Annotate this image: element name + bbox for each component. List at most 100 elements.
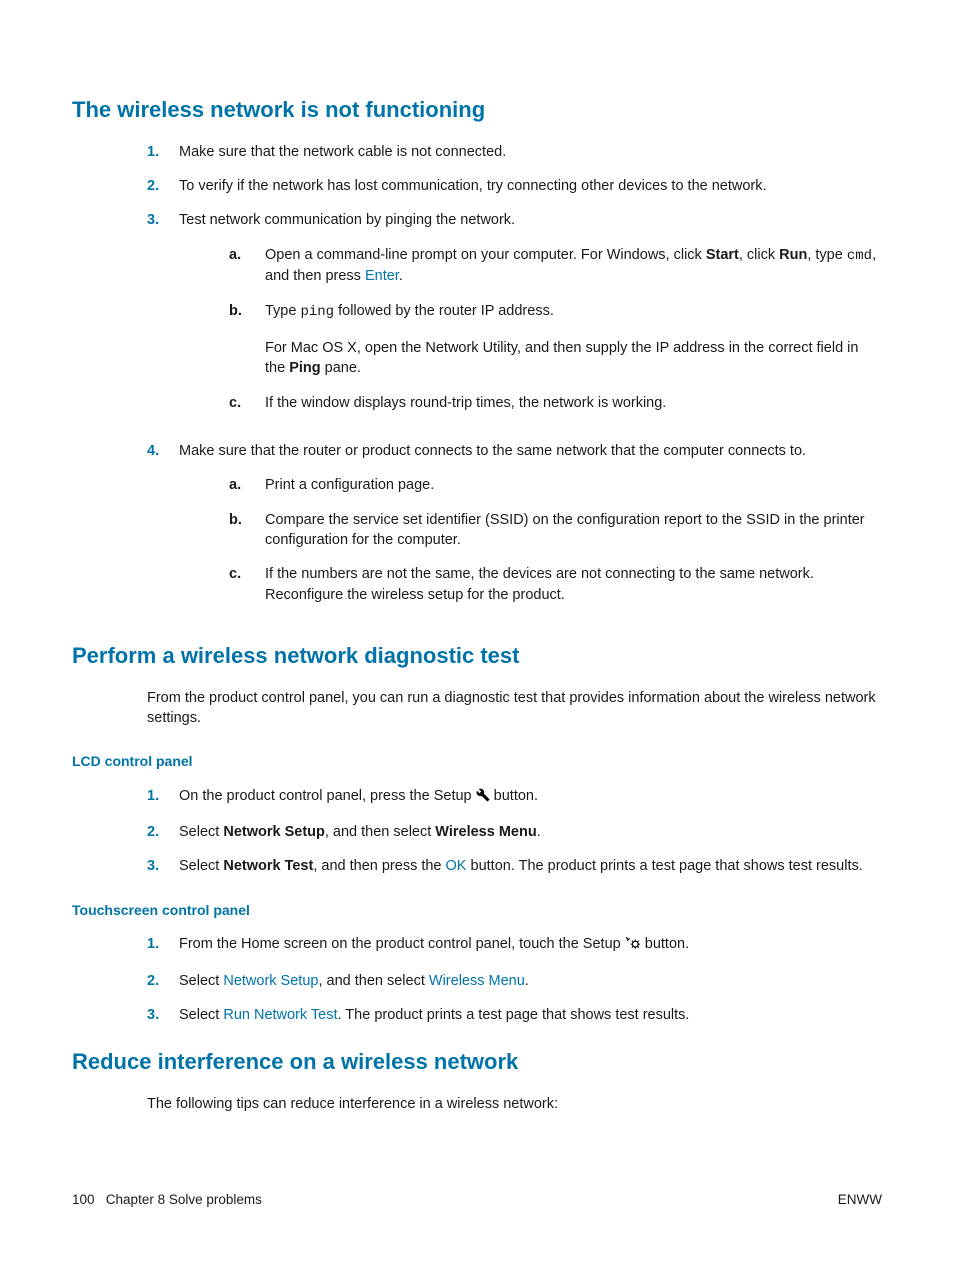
step-body: Select Network Test, and then press the … (179, 856, 882, 876)
substep-letter: c. (229, 564, 265, 605)
substep-body: If the numbers are not the same, the dev… (265, 564, 882, 605)
menu-network-setup: Network Setup (223, 973, 318, 989)
page-footer: 100 Chapter 8 Solve problems ENWW (72, 1191, 882, 1210)
heading-diagnostic-test: Perform a wireless network diagnostic te… (72, 641, 882, 672)
step-number: 2. (147, 822, 179, 842)
list-item: 1. Make sure that the network cable is n… (147, 142, 882, 162)
chapter-label: Chapter 8 Solve problems (106, 1192, 262, 1207)
step-body: On the product control panel, press the … (179, 786, 882, 808)
text: followed by the router IP address. (334, 303, 554, 319)
key-enter: Enter (365, 268, 399, 284)
step-body: Select Network Setup, and then select Wi… (179, 822, 882, 842)
substeps: a. Print a configuration page. b. Compar… (179, 475, 882, 604)
step-number: 1. (147, 786, 179, 808)
text: . (537, 824, 541, 840)
list-item: b. Type ping followed by the router IP a… (229, 301, 882, 379)
subheading-touchscreen-panel: Touchscreen control panel (72, 901, 882, 921)
text: , type (807, 247, 847, 263)
wrench-icon (476, 788, 490, 808)
step-text: Test network communication by pinging th… (179, 212, 515, 228)
text: , and then select (318, 973, 428, 989)
list-item: 3. Select Network Test, and then press t… (147, 856, 882, 876)
page-number: 100 (72, 1192, 95, 1207)
list-item: b. Compare the service set identifier (S… (229, 510, 882, 551)
step-number: 3. (147, 1005, 179, 1025)
bold-network-setup: Network Setup (223, 824, 325, 840)
step-text: Make sure that the router or product con… (179, 443, 806, 459)
bold-start: Start (706, 247, 739, 263)
substep-body: Compare the service set identifier (SSID… (265, 510, 882, 551)
list-item: a. Print a configuration page. (229, 475, 882, 495)
list-item: 4. Make sure that the router or product … (147, 441, 882, 619)
text: Open a command-line prompt on your compu… (265, 247, 706, 263)
text: button. (490, 788, 538, 804)
text: Select (179, 824, 223, 840)
footer-right: ENWW (838, 1191, 882, 1210)
bold-network-test: Network Test (223, 858, 313, 874)
substep-letter: c. (229, 393, 265, 413)
text: On the product control panel, press the … (179, 788, 476, 804)
step-body: To verify if the network has lost commun… (179, 176, 882, 196)
step-number: 1. (147, 934, 179, 956)
text: . (399, 268, 403, 284)
subheading-lcd-panel: LCD control panel (72, 752, 882, 772)
text: , click (739, 247, 779, 263)
substep-body: Print a configuration page. (265, 475, 882, 495)
key-ok: OK (446, 858, 467, 874)
step-number: 3. (147, 210, 179, 427)
bold-wireless-menu: Wireless Menu (435, 824, 536, 840)
document-page: The wireless network is not functioning … (0, 0, 954, 1270)
substep-letter: a. (229, 475, 265, 495)
bold-run: Run (779, 247, 807, 263)
step-number: 2. (147, 971, 179, 991)
step-number: 3. (147, 856, 179, 876)
text: button. The product prints a test page t… (466, 858, 862, 874)
step-body: Test network communication by pinging th… (179, 210, 882, 427)
text: Type (265, 303, 300, 319)
step-number: 4. (147, 441, 179, 619)
list-item: 1. From the Home screen on the product c… (147, 934, 882, 956)
list-item: 1. On the product control panel, press t… (147, 786, 882, 808)
substep-body: Open a command-line prompt on your compu… (265, 245, 882, 287)
text: . (525, 973, 529, 989)
list-item: 3. Test network communication by pinging… (147, 210, 882, 427)
menu-wireless-menu: Wireless Menu (429, 973, 525, 989)
list-item: a. Open a command-line prompt on your co… (229, 245, 882, 287)
steps-wireless-not-functioning: 1. Make sure that the network cable is n… (72, 142, 882, 619)
step-number: 2. (147, 176, 179, 196)
diagnostic-intro: From the product control panel, you can … (147, 688, 882, 729)
list-item: 2. To verify if the network has lost com… (147, 176, 882, 196)
steps-touchscreen: 1. From the Home screen on the product c… (72, 934, 882, 1025)
text: . The product prints a test page that sh… (338, 1007, 690, 1023)
text: button. (641, 936, 689, 952)
interference-intro: The following tips can reduce interferen… (147, 1094, 882, 1114)
text: , and then press the (313, 858, 445, 874)
list-item: c. If the window displays round-trip tim… (229, 393, 882, 413)
code-ping: ping (300, 304, 334, 320)
bold-ping-pane: Ping (289, 360, 320, 376)
list-item: c. If the numbers are not the same, the … (229, 564, 882, 605)
text: Select (179, 1007, 223, 1023)
substep-body: Type ping followed by the router IP addr… (265, 301, 882, 379)
step-body: Make sure that the network cable is not … (179, 142, 882, 162)
step-body: Select Network Setup, and then select Wi… (179, 971, 882, 991)
step-body: Select Run Network Test. The product pri… (179, 1005, 882, 1025)
substep-letter: b. (229, 301, 265, 379)
substeps: a. Open a command-line prompt on your co… (179, 245, 882, 413)
steps-lcd: 1. On the product control panel, press t… (72, 786, 882, 877)
step-body: Make sure that the router or product con… (179, 441, 882, 619)
text: , and then select (325, 824, 435, 840)
list-item: 2. Select Network Setup, and then select… (147, 971, 882, 991)
setup-touch-icon (625, 936, 641, 956)
step-number: 1. (147, 142, 179, 162)
list-item: 3. Select Run Network Test. The product … (147, 1005, 882, 1025)
code-cmd: cmd (847, 248, 872, 264)
list-item: 2. Select Network Setup, and then select… (147, 822, 882, 842)
step-body: From the Home screen on the product cont… (179, 934, 882, 956)
heading-wireless-not-functioning: The wireless network is not functioning (72, 95, 882, 126)
substep-body: If the window displays round-trip times,… (265, 393, 882, 413)
footer-left: 100 Chapter 8 Solve problems (72, 1191, 262, 1210)
heading-reduce-interference: Reduce interference on a wireless networ… (72, 1047, 882, 1078)
text: Select (179, 858, 223, 874)
text: pane. (321, 360, 361, 376)
